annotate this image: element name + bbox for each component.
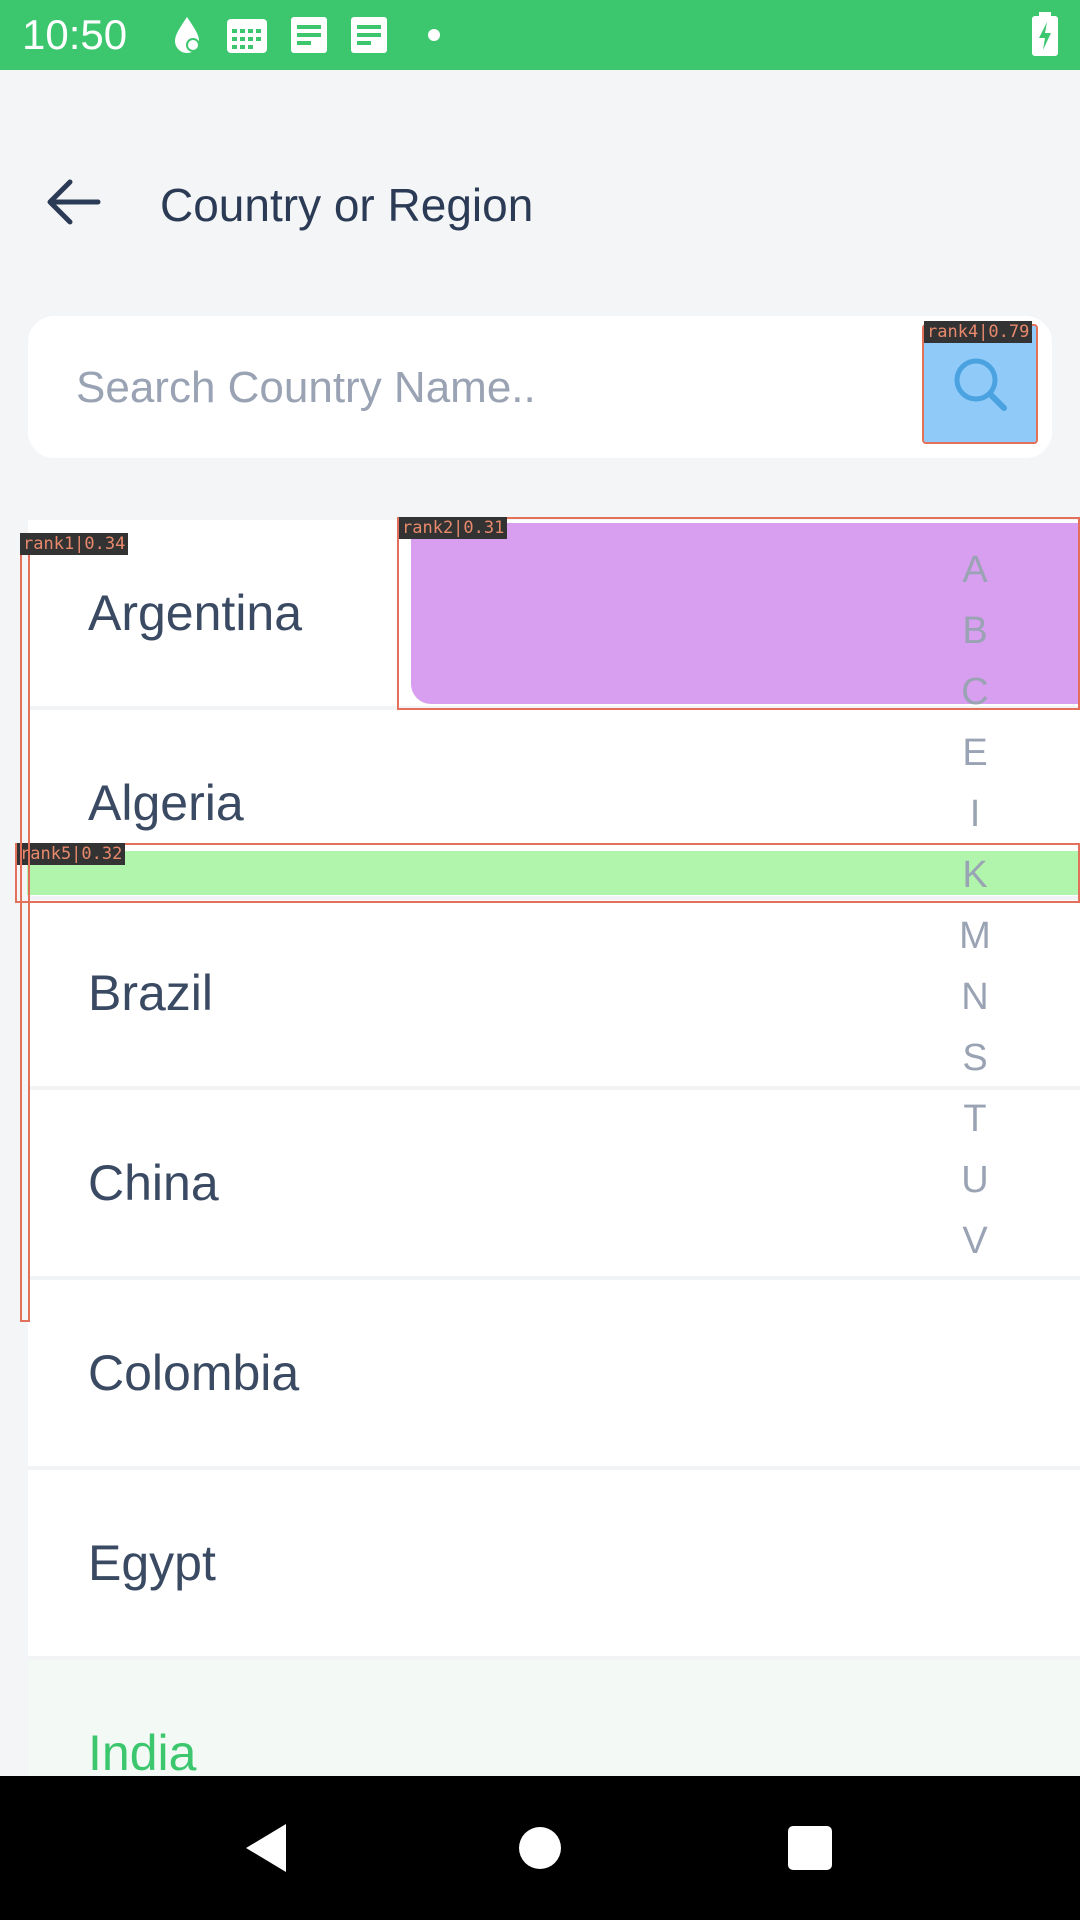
page-title: Country or Region (160, 179, 534, 231)
index-letter-m[interactable]: M (959, 906, 991, 967)
overlay-label-rank4: rank4|0.79 (924, 321, 1033, 343)
country-name: China (88, 1155, 219, 1211)
status-time: 10:50 (22, 11, 128, 58)
index-letter-e[interactable]: E (962, 723, 987, 784)
nav-recents-icon (788, 1826, 832, 1870)
nav-back-button[interactable] (240, 1820, 290, 1881)
list-item-colombia[interactable]: Colombia (28, 1280, 1080, 1470)
notification-icon (169, 15, 205, 55)
country-name: Colombia (88, 1345, 300, 1401)
back-button[interactable] (40, 172, 110, 232)
alphabet-index: A B C E I K M N S T U V (940, 540, 1010, 1272)
country-name: Brazil (88, 965, 214, 1021)
country-name: Algeria (88, 775, 244, 831)
search-bar: rank4|0.79 (28, 316, 1052, 458)
index-letter-k[interactable]: K (962, 845, 987, 906)
battery-charging-icon (1030, 12, 1060, 63)
index-letter-s[interactable]: S (962, 1028, 987, 1089)
search-icon (954, 358, 1007, 411)
search-input[interactable] (74, 354, 898, 422)
index-letter-v[interactable]: V (962, 1211, 987, 1272)
index-letter-i[interactable]: I (970, 784, 981, 845)
nav-back-icon (246, 1824, 286, 1872)
overlay-rank1 (20, 535, 30, 1322)
document-icon (349, 15, 389, 55)
index-letter-c[interactable]: C (961, 662, 988, 723)
overlay-label-rank1: rank1|0.34 (20, 533, 129, 555)
overlay-rank5: rank5|0.32 (15, 843, 1080, 903)
search-button[interactable] (922, 324, 1038, 444)
overlay-label-rank5: rank5|0.32 (17, 843, 126, 865)
status-bar: 10:50 (0, 0, 1080, 70)
nav-home-icon (519, 1827, 561, 1869)
calendar-icon (225, 15, 269, 55)
index-letter-a[interactable]: A (962, 540, 987, 601)
nav-home-button[interactable] (518, 1820, 562, 1881)
list-item-india[interactable]: India (28, 1660, 1080, 1775)
country-name: India (88, 1725, 197, 1775)
index-letter-n[interactable]: N (961, 967, 988, 1028)
nav-recents-button[interactable] (786, 1820, 834, 1881)
index-letter-b[interactable]: B (962, 601, 987, 662)
header: Country or Region (0, 150, 1080, 260)
country-name: Egypt (88, 1535, 216, 1591)
index-letter-u[interactable]: U (961, 1150, 988, 1211)
overlay-label-rank2: rank2|0.31 (399, 517, 508, 539)
list-item-china[interactable]: China (28, 1090, 1080, 1280)
dot-icon (427, 28, 441, 42)
arrow-back-icon (47, 179, 101, 225)
navigation-bar (0, 1776, 1080, 1920)
document-icon (289, 15, 329, 55)
index-letter-t[interactable]: T (963, 1089, 986, 1150)
country-name: Argentina (88, 585, 303, 641)
overlay-fill (27, 851, 1078, 895)
list-item-brazil[interactable]: Brazil (28, 900, 1080, 1090)
list-item-egypt[interactable]: Egypt (28, 1470, 1080, 1660)
